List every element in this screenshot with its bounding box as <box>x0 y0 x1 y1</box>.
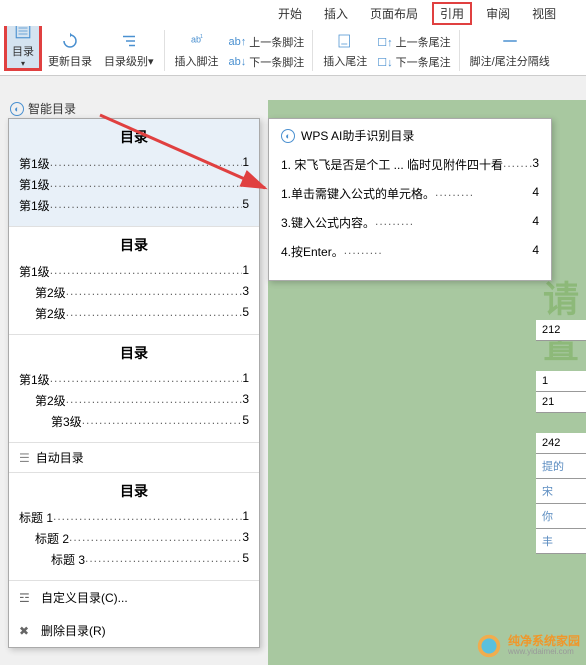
watermark-en: www.yidaimei.com <box>508 648 580 657</box>
prev-footnote-icon: ab↑ <box>229 36 247 48</box>
table-cell: 212 <box>536 320 586 341</box>
prev-endnote-button[interactable]: ☐↑ 上一条尾注 <box>373 33 454 51</box>
watermark-logo-icon <box>476 633 502 659</box>
toc-entry: 标题 1....................................… <box>19 509 249 526</box>
ai-icon: ◐ <box>281 129 295 143</box>
separator-icon <box>498 29 522 53</box>
toc-template-auto[interactable]: 目录 标题 1.................................… <box>9 473 259 581</box>
next-footnote-icon: ab↓ <box>229 56 247 68</box>
insert-footnote-button[interactable]: ab1 插入脚注 <box>169 27 225 71</box>
toc-entry: 标题 3....................................… <box>19 551 249 568</box>
delete-icon: ✖ <box>19 624 33 638</box>
level-icon <box>117 29 141 53</box>
toc-entry: 第1级.....................................… <box>19 176 249 193</box>
custom-toc-button[interactable]: ☲ 自定义目录(C)... <box>9 581 259 614</box>
tab-start[interactable]: 开始 <box>270 2 310 25</box>
tab-view[interactable]: 视图 <box>524 2 564 25</box>
toc-entry: 第1级.....................................… <box>19 155 249 172</box>
table-cell: 提的 <box>536 454 586 479</box>
separator-button[interactable]: 脚注/尾注分隔线 <box>464 27 556 71</box>
prev-footnote-button[interactable]: ab↑ 上一条脚注 <box>225 33 309 51</box>
toc-button[interactable]: 目录▾ <box>4 16 42 71</box>
undo-icon[interactable]: ↶ <box>185 1 206 25</box>
toc-heading: 目录 <box>19 127 249 147</box>
next-footnote-button[interactable]: ab↓ 下一条脚注 <box>225 53 309 71</box>
toc-heading: 目录 <box>19 343 249 363</box>
toc-level-label: 目录级别▾ <box>104 53 154 69</box>
svg-text:1: 1 <box>200 34 203 40</box>
toc-template-3[interactable]: 目录 第1级..................................… <box>9 335 259 443</box>
table-cell: 1 <box>536 371 586 392</box>
insert-endnote-button[interactable]: 插入尾注 <box>317 27 373 71</box>
refresh-icon <box>58 29 82 53</box>
toc-heading: 目录 <box>19 235 249 255</box>
update-toc-label: 更新目录 <box>48 53 92 69</box>
toc-icon <box>11 19 35 43</box>
preview-icon[interactable]: 🔍 <box>148 1 176 25</box>
table-cell: 21 <box>536 392 586 413</box>
table-cell: 丰 <box>536 529 586 554</box>
ai-toc-entry[interactable]: 1. 宋飞飞是否是个工 ... 临时见附件四十看 ......... 3 <box>281 156 539 173</box>
table-cell: 宋 <box>536 479 586 504</box>
toc-heading: 目录 <box>19 481 249 501</box>
save-icon[interactable]: 🖫 <box>76 0 98 28</box>
footnote-icon: ab1 <box>185 29 209 53</box>
smart-toc-label: ◐ 智能目录 <box>10 100 76 117</box>
ai-toc-panel: ◐ WPS AI助手识别目录 1. 宋飞飞是否是个工 ... 临时见附件四十看 … <box>268 118 552 281</box>
table-cell: 你 <box>536 504 586 529</box>
ai-panel-title: ◐ WPS AI助手识别目录 <box>281 127 539 144</box>
tab-layout[interactable]: 页面布局 <box>362 2 426 25</box>
ribbon: 目录▾ 更新目录 目录级别▾ ab1 插入脚注 ab↑ 上一条脚注 <box>0 26 586 76</box>
ai-toc-entry[interactable]: 4.按Enter。 ......... 4 <box>281 243 539 260</box>
toc-entry: 第2级.....................................… <box>19 284 249 301</box>
divider <box>71 5 72 21</box>
custom-icon: ☲ <box>19 591 33 605</box>
tab-insert[interactable]: 插入 <box>316 2 356 25</box>
update-toc-button[interactable]: 更新目录 <box>42 27 98 71</box>
print-icon[interactable]: 🖶 <box>123 0 146 28</box>
toc-entry: 第1级.....................................… <box>19 197 249 214</box>
separator-label: 脚注/尾注分隔线 <box>470 53 550 69</box>
prev-endnote-icon: ☐↑ <box>377 36 392 49</box>
tab-references[interactable]: 引用 <box>432 2 472 25</box>
toc-template-2[interactable]: 目录 第1级..................................… <box>9 227 259 335</box>
ai-icon: ◐ <box>10 102 24 116</box>
print-preview-icon[interactable]: 🗋 <box>100 0 121 28</box>
toc-entry: 第2级.....................................… <box>19 305 249 322</box>
toc-entry: 第1级.....................................… <box>19 371 249 388</box>
toc-label: 目录 <box>12 43 34 59</box>
endnote-icon <box>333 29 357 53</box>
ai-toc-entry[interactable]: 1.单击需键入公式的单元格。 ......... 4 <box>281 185 539 202</box>
next-endnote-button[interactable]: ☐↓ 下一条尾注 <box>373 53 454 71</box>
table-cell: 242 <box>536 433 586 454</box>
toc-entry: 第2级.....................................… <box>19 392 249 409</box>
next-endnote-icon: ☐↓ <box>377 56 392 69</box>
toc-entry: 第1级.....................................… <box>19 263 249 280</box>
toc-entry: 标题 2....................................… <box>19 530 249 547</box>
tab-review[interactable]: 审阅 <box>478 2 518 25</box>
insert-endnote-label: 插入尾注 <box>323 53 367 69</box>
auto-toc-icon: ☰ <box>19 451 30 465</box>
insert-footnote-label: 插入脚注 <box>175 53 219 69</box>
toc-dropdown-panel: 目录 第1级..................................… <box>8 118 260 648</box>
toc-template-1[interactable]: 目录 第1级..................................… <box>9 119 259 227</box>
site-watermark: 纯净系统家园 www.yidaimei.com <box>476 633 580 659</box>
ai-toc-entry[interactable]: 3.键入公式内容。 ......... 4 <box>281 214 539 231</box>
auto-toc-header: ☰ 自动目录 <box>9 443 259 473</box>
toc-level-button[interactable]: 目录级别▾ <box>98 27 160 71</box>
divider <box>180 5 181 21</box>
toc-entry: 第3级.....................................… <box>19 413 249 430</box>
redo-icon[interactable]: ↷ <box>208 1 229 25</box>
delete-toc-button[interactable]: ✖ 删除目录(R) <box>9 614 259 647</box>
